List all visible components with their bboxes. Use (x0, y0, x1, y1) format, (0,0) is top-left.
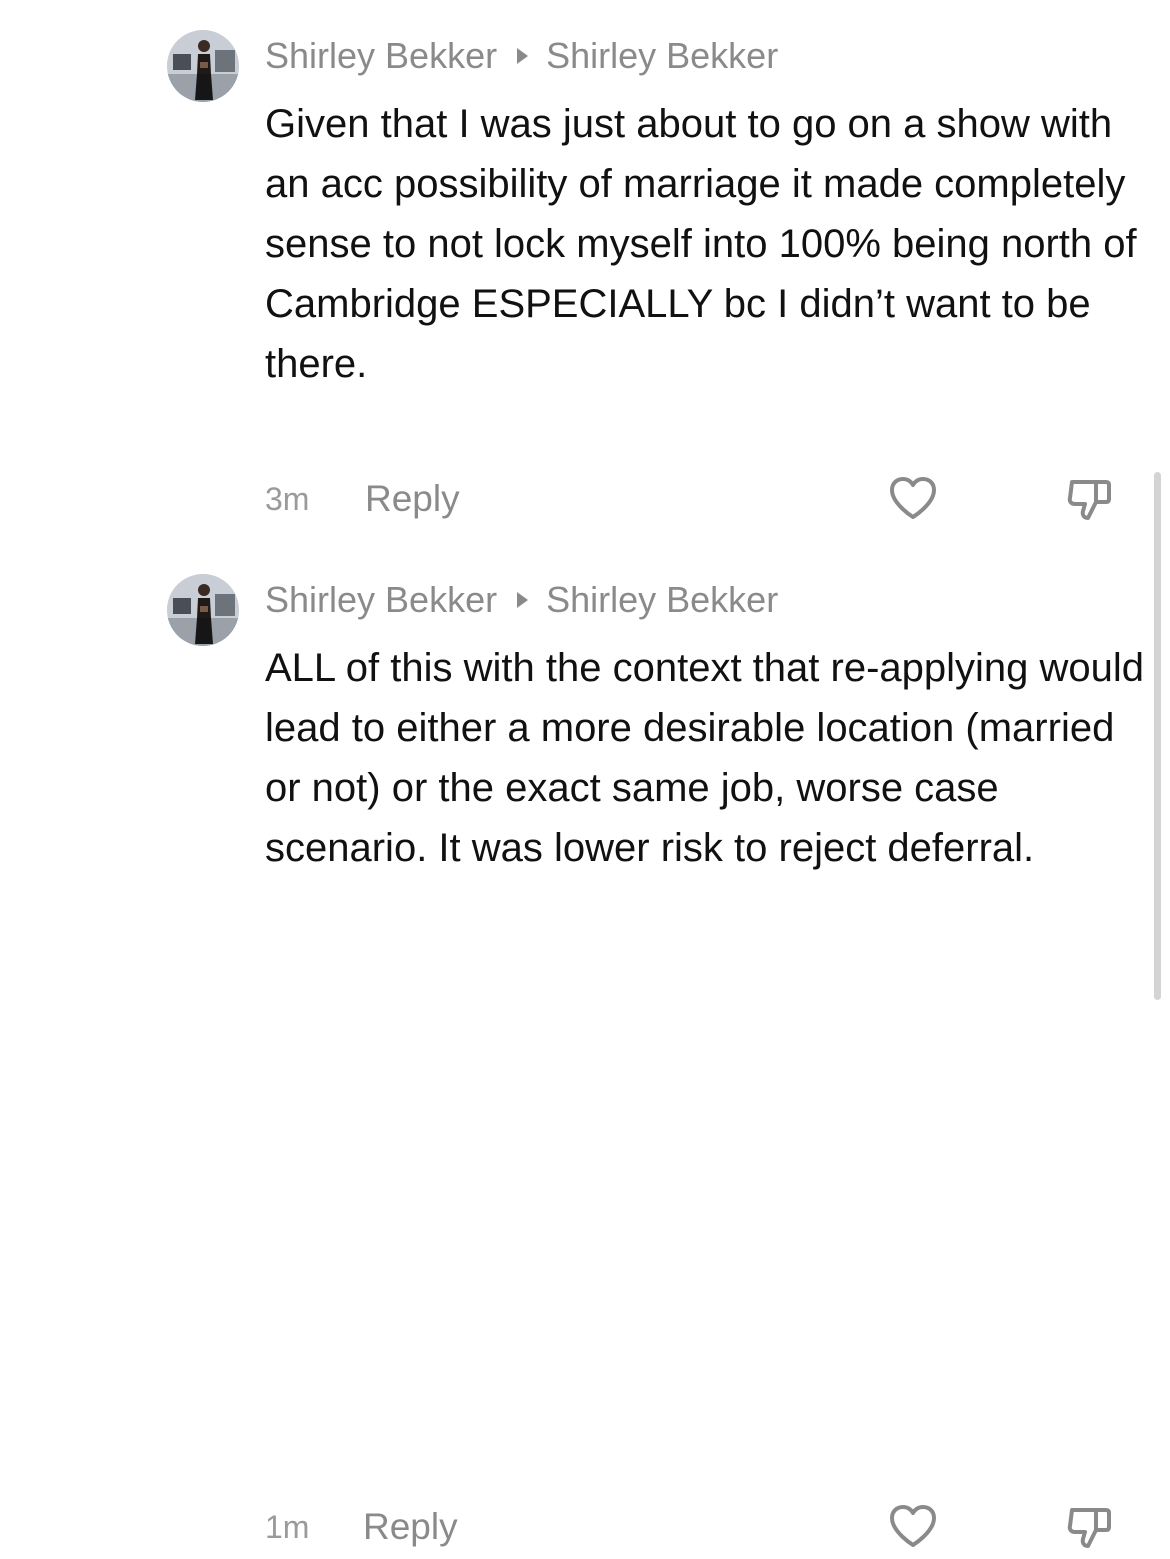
thumbs-down-outline-icon (1067, 480, 1111, 520)
heart-outline-icon (890, 477, 936, 519)
author-line: Shirley Bekker Shirley Bekker (265, 578, 778, 622)
author-name[interactable]: Shirley Bekker (265, 578, 497, 622)
reply-to-name[interactable]: Shirley Bekker (546, 34, 778, 78)
dislike-button[interactable] (1062, 472, 1116, 526)
dislike-button[interactable] (1062, 1500, 1116, 1554)
reply-button[interactable]: Reply (365, 478, 460, 520)
like-button[interactable] (886, 1500, 940, 1554)
comment-text: Given that I was just about to go on a s… (265, 102, 1137, 386)
comment-meta: 3m Reply (265, 474, 460, 524)
triangle-right-icon (517, 48, 529, 64)
like-button[interactable] (886, 472, 940, 526)
timestamp: 1m (265, 1508, 310, 1545)
timestamp: 3m (265, 480, 310, 517)
avatar-image (167, 574, 239, 646)
triangle-right-icon (517, 592, 529, 608)
avatar[interactable] (167, 30, 239, 102)
reply-button[interactable]: Reply (363, 1506, 458, 1548)
author-name[interactable]: Shirley Bekker (265, 34, 497, 78)
comment-meta: 1m Reply (265, 1502, 458, 1552)
comment-text: ALL of this with the context that re-app… (265, 646, 1145, 870)
avatar[interactable] (167, 574, 239, 646)
author-line: Shirley Bekker Shirley Bekker (265, 34, 778, 78)
thumbs-down-outline-icon (1067, 1508, 1111, 1548)
heart-outline-icon (890, 1505, 936, 1547)
reply-to-name[interactable]: Shirley Bekker (546, 578, 778, 622)
scrollbar[interactable] (1154, 472, 1161, 1000)
avatar-image (167, 30, 239, 102)
